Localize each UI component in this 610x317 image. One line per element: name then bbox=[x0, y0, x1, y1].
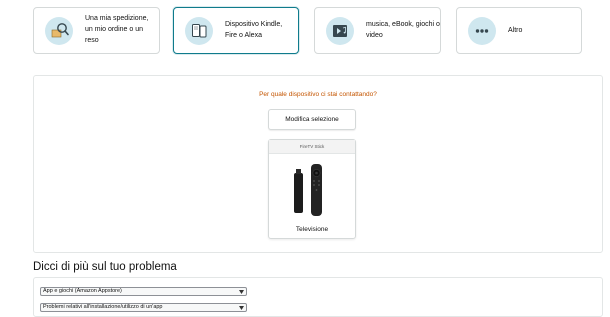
package-search-icon bbox=[45, 17, 73, 45]
firetv-stick-image bbox=[294, 164, 322, 216]
category-card-orders[interactable]: Una mia spedizione, un mio ordine o un r… bbox=[33, 7, 160, 54]
category-card-other[interactable]: Altro bbox=[456, 7, 582, 54]
category-label-media: musica, eBook, giochi o video bbox=[366, 21, 440, 39]
device-question-text: Per quale dispositivo ci stai contattand… bbox=[259, 91, 377, 98]
problem-issue-select[interactable]: Problemi relativi all'installazione/util… bbox=[40, 303, 247, 312]
contact-category-row: Una mia spedizione, un mio ordine o un r… bbox=[0, 0, 610, 62]
category-card-media[interactable]: musica, eBook, giochi o video bbox=[314, 7, 441, 54]
device-selection-panel: Per quale dispositivo ci stai contattand… bbox=[33, 75, 603, 253]
device-name: Televisione bbox=[295, 226, 329, 233]
problem-issue-select-value: Problemi relativi all'installazione/util… bbox=[43, 304, 163, 310]
device-card-header: FireTV Stick bbox=[269, 140, 355, 154]
devices-icon bbox=[185, 17, 213, 45]
chevron-down-icon bbox=[239, 290, 244, 294]
category-label-orders: Una mia spedizione, un mio ordine o un r… bbox=[85, 15, 149, 44]
problem-details-panel: App e giochi (Amazon Appstore) Problemi … bbox=[33, 277, 603, 317]
more-icon bbox=[468, 17, 496, 45]
problem-category-select-value: App e giochi (Amazon Appstore) bbox=[43, 288, 122, 294]
selected-device-card[interactable]: FireTV Stick Televisione bbox=[268, 139, 356, 239]
chevron-down-icon bbox=[239, 306, 244, 310]
media-icon bbox=[326, 17, 354, 45]
problem-section-title: Dicci di più sul tuo problema bbox=[33, 261, 177, 273]
category-label-devices: Dispositivo Kindle, Fire o Alexa bbox=[225, 21, 283, 39]
modify-selection-button[interactable]: Modifica selezione bbox=[268, 109, 356, 130]
category-label-other: Altro bbox=[508, 27, 523, 34]
problem-category-select[interactable]: App e giochi (Amazon Appstore) bbox=[40, 287, 247, 296]
category-card-devices[interactable]: Dispositivo Kindle, Fire o Alexa bbox=[173, 7, 299, 54]
